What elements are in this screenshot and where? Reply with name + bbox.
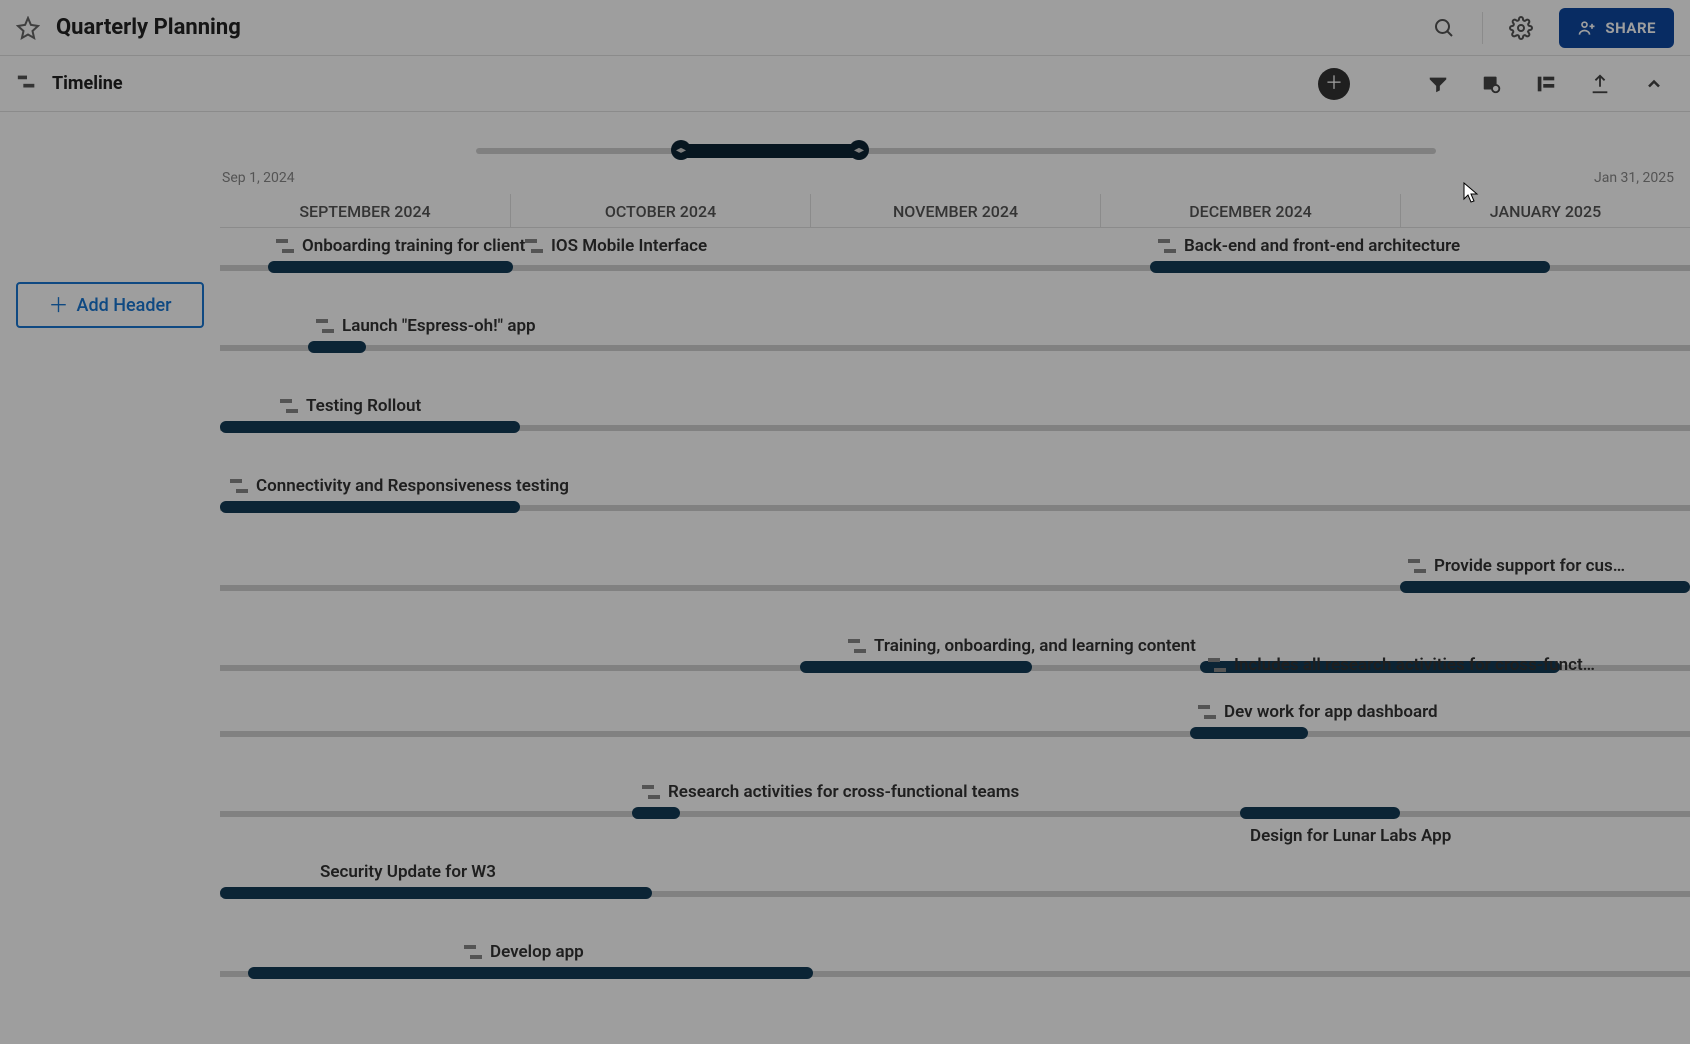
subtask-icon bbox=[642, 785, 660, 799]
timeline-bar-label[interactable]: Onboarding training for client bbox=[276, 236, 525, 256]
filter-button[interactable] bbox=[1418, 64, 1458, 104]
timeline-bar-label[interactable]: Testing Rollout bbox=[280, 396, 421, 416]
range-slider-selection[interactable] bbox=[681, 144, 859, 158]
timeline-bar-label[interactable]: Dev work for app dashboard bbox=[1198, 702, 1438, 722]
timeline-row: Dev work for app dashboard bbox=[220, 694, 1690, 774]
month-header-cell: DECEMBER 2024 bbox=[1100, 194, 1400, 228]
timeline-bar-label[interactable]: Connectivity and Responsiveness testing bbox=[230, 476, 569, 496]
timeline-bar-label-text: Connectivity and Responsiveness testing bbox=[256, 476, 569, 496]
subtask-icon bbox=[1158, 239, 1176, 253]
subtask-icon bbox=[848, 639, 866, 653]
contacts-button[interactable] bbox=[1472, 64, 1512, 104]
timeline-row-track bbox=[220, 345, 1690, 351]
timeline-bar[interactable] bbox=[220, 887, 652, 899]
view-name[interactable]: Timeline bbox=[52, 73, 123, 94]
month-header-cell: OCTOBER 2024 bbox=[510, 194, 810, 228]
subtask-icon bbox=[1198, 705, 1216, 719]
timeline-bar-label-text: Security Update for W3 bbox=[320, 862, 496, 882]
timeline-bar[interactable] bbox=[1240, 807, 1400, 819]
timeline-bar-label-text: Testing Rollout bbox=[306, 396, 421, 416]
export-button[interactable] bbox=[1580, 64, 1620, 104]
timeline-bar-label[interactable]: Security Update for W3 bbox=[320, 862, 496, 882]
share-label: SHARE bbox=[1605, 19, 1656, 37]
timeline-row: Onboarding training for client Back-end a… bbox=[220, 228, 1690, 308]
layout-button[interactable] bbox=[1526, 64, 1566, 104]
timeline-view-icon bbox=[16, 71, 38, 97]
timeline-row: Launch "Espress-oh!" app bbox=[220, 308, 1690, 388]
timeline-end-date: Jan 31, 2025 bbox=[1594, 170, 1674, 186]
subtask-icon bbox=[464, 945, 482, 959]
timeline-bar[interactable] bbox=[220, 421, 520, 433]
timeline-bar[interactable] bbox=[1190, 727, 1308, 739]
cursor-icon bbox=[1463, 182, 1479, 204]
settings-button[interactable] bbox=[1499, 6, 1543, 50]
timeline-bar[interactable] bbox=[268, 261, 513, 273]
subtask-icon bbox=[1408, 559, 1426, 573]
collapse-button[interactable] bbox=[1634, 64, 1674, 104]
timeline-row: Provide support for cus… bbox=[220, 548, 1690, 628]
share-icon bbox=[1577, 18, 1597, 38]
share-button[interactable]: SHARE bbox=[1559, 8, 1674, 48]
month-header-cell: JANUARY 2025 bbox=[1400, 194, 1690, 228]
add-header-label: Add Header bbox=[77, 295, 172, 316]
timeline-bar-label-text: Training, onboarding, and learning conte… bbox=[874, 636, 1196, 656]
timeline-bar-label-text: Onboarding training for client bbox=[302, 236, 525, 256]
timeline-bar[interactable] bbox=[800, 661, 1032, 673]
timeline-bar-label[interactable]: Includes all research activities for cro… bbox=[1208, 655, 1595, 675]
page-title: Quarterly Planning bbox=[56, 15, 241, 40]
timeline-bar[interactable] bbox=[1400, 581, 1690, 593]
month-header-cell: NOVEMBER 2024 bbox=[810, 194, 1100, 228]
timeline-bar[interactable] bbox=[1150, 261, 1550, 273]
timeline-bar-label[interactable]: Launch "Espress-oh!" app bbox=[316, 316, 536, 336]
plus-icon: ＋ bbox=[49, 295, 69, 315]
subtask-icon bbox=[316, 319, 334, 333]
timeline-bar-label[interactable]: Develop app bbox=[464, 942, 584, 962]
timeline-bar-label-text: Develop app bbox=[490, 942, 584, 962]
timeline-bar-label[interactable]: Back-end and front-end architecture bbox=[1158, 236, 1460, 256]
timeline-bar-label-text: Dev work for app dashboard bbox=[1224, 702, 1438, 722]
timeline-bar-label[interactable]: IOS Mobile Interface bbox=[525, 236, 707, 256]
timeline-row-track bbox=[220, 811, 1690, 817]
timeline-row: Security Update for W3 bbox=[220, 854, 1690, 934]
divider bbox=[1482, 12, 1483, 44]
subtask-icon bbox=[525, 239, 543, 253]
month-header-cell: SEPTEMBER 2024 bbox=[220, 194, 510, 228]
timeline-bar-label[interactable]: Research activities for cross-functional… bbox=[642, 782, 1019, 802]
timeline-row: Connectivity and Responsiveness testing bbox=[220, 468, 1690, 548]
add-button[interactable]: ＋ bbox=[1318, 68, 1350, 100]
timeline-bar-label-text: IOS Mobile Interface bbox=[551, 236, 707, 256]
timeline-row: Develop app bbox=[220, 934, 1690, 1014]
timeline-bar-label-text: Provide support for cus… bbox=[1434, 556, 1625, 576]
timeline-bar-label-text: Back-end and front-end architecture bbox=[1184, 236, 1460, 256]
add-header-button[interactable]: ＋ Add Header bbox=[16, 282, 204, 328]
search-button[interactable] bbox=[1422, 6, 1466, 50]
timeline-bar-label[interactable]: Training, onboarding, and learning conte… bbox=[848, 636, 1196, 656]
timeline-row: Research activities for cross-functional… bbox=[220, 774, 1690, 854]
subtask-icon bbox=[230, 479, 248, 493]
subtask-icon bbox=[276, 239, 294, 253]
timeline-row: Testing Rollout bbox=[220, 388, 1690, 468]
range-slider-track[interactable]: ◂▸ ◂▸ bbox=[476, 148, 1436, 154]
range-slider-handle-left[interactable]: ◂▸ bbox=[671, 140, 691, 160]
timeline-bar-label[interactable]: Provide support for cus… bbox=[1408, 556, 1625, 576]
timeline-bar[interactable] bbox=[248, 967, 813, 979]
timeline-bar-label[interactable]: Design for Lunar Labs App bbox=[1250, 826, 1451, 846]
timeline-bar[interactable] bbox=[308, 341, 366, 353]
timeline-bar-label-text: Includes all research activities for cro… bbox=[1234, 655, 1595, 675]
timeline-bar-label-text: Design for Lunar Labs App bbox=[1250, 826, 1451, 846]
favorite-star-icon[interactable] bbox=[16, 16, 40, 40]
timeline-bar[interactable] bbox=[220, 501, 520, 513]
timeline-bar-label-text: Research activities for cross-functional… bbox=[668, 782, 1019, 802]
timeline-start-date: Sep 1, 2024 bbox=[222, 170, 295, 186]
timeline-bar[interactable] bbox=[632, 807, 680, 819]
subtask-icon bbox=[1208, 658, 1226, 672]
timeline-bar-label-text: Launch "Espress-oh!" app bbox=[342, 316, 536, 336]
timeline-row-track bbox=[220, 731, 1690, 737]
range-slider-handle-right[interactable]: ◂▸ bbox=[849, 140, 869, 160]
subtask-icon bbox=[280, 399, 298, 413]
